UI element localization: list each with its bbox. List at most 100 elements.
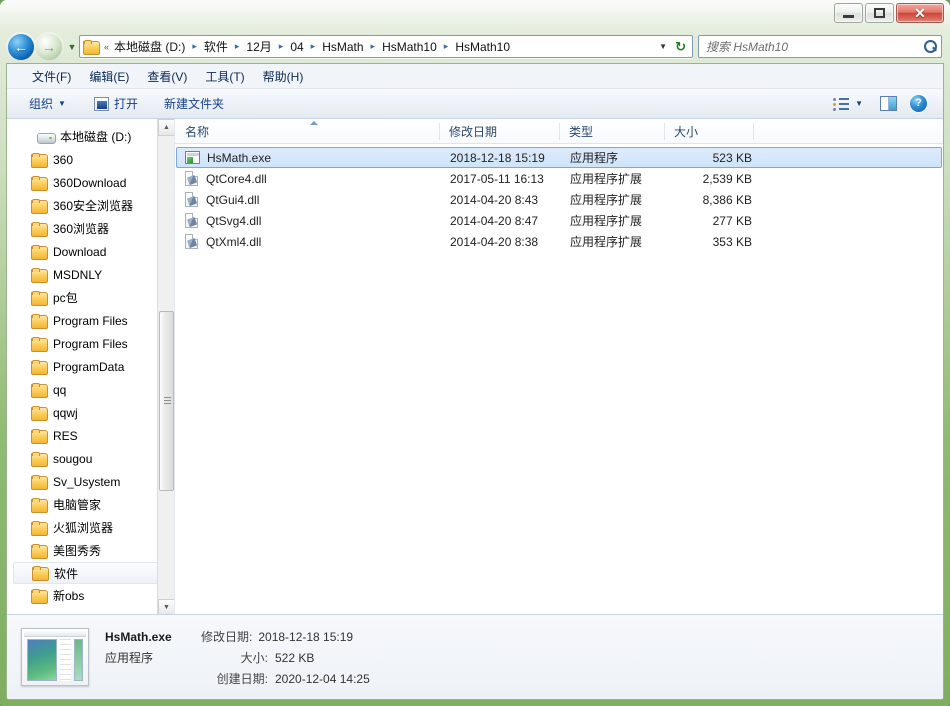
sidebar-item-firefox[interactable]: 火狐浏览器	[7, 516, 174, 539]
folder-icon	[31, 313, 48, 329]
content-body: 本地磁盘 (D:) 360 360Download 360安全浏览器 360浏览…	[7, 119, 943, 616]
menu-file[interactable]: 文件(F)	[23, 65, 80, 88]
breadcrumb-item-1[interactable]: 软件	[201, 37, 231, 56]
history-dropdown-button[interactable]: ▼	[65, 42, 79, 52]
sidebar-item-program-files-x86[interactable]: Program Files	[7, 332, 174, 355]
breadcrumb-separator-icon[interactable]: ▸	[307, 41, 320, 52]
maximize-button[interactable]	[865, 3, 894, 23]
tree-item-label: 美图秀秀	[53, 544, 102, 558]
close-button[interactable]: ✕	[896, 3, 944, 23]
organize-button[interactable]: 组织 ▼	[21, 92, 74, 115]
new-folder-button[interactable]: 新建文件夹	[156, 92, 232, 115]
table-row[interactable]: QtXml4.dll 2014-04-20 8:38 应用程序扩展 353 KB	[176, 231, 942, 252]
open-button[interactable]: 打开	[86, 92, 146, 115]
breadcrumb-item-5[interactable]: HsMath10	[379, 39, 440, 55]
folder-icon	[31, 520, 48, 536]
breadcrumb-item-4[interactable]: HsMath	[319, 39, 366, 55]
tree-item-label: 360浏览器	[53, 222, 110, 236]
scrollbar-thumb[interactable]	[159, 311, 174, 491]
address-dropdown-icon[interactable]: ▼	[654, 42, 672, 51]
list-view-icon	[833, 97, 850, 111]
file-size-cell: 523 KB	[712, 150, 752, 165]
sidebar-item-res[interactable]: RES	[7, 424, 174, 447]
sidebar-item-sougou[interactable]: sougou	[7, 447, 174, 470]
sidebar-item-meitu[interactable]: 美图秀秀	[7, 539, 174, 562]
help-button[interactable]: ?	[906, 92, 931, 115]
minimize-button[interactable]	[834, 3, 863, 23]
sidebar-item-360-browser[interactable]: 360浏览器	[7, 217, 174, 240]
table-row[interactable]: QtCore4.dll 2017-05-11 16:13 应用程序扩展 2,53…	[176, 168, 942, 189]
menu-help[interactable]: 帮助(H)	[254, 65, 313, 88]
breadcrumb-item-6[interactable]: HsMath10	[452, 39, 513, 55]
tree-item-label: RES	[53, 428, 78, 443]
change-view-button[interactable]: ▼	[825, 94, 871, 114]
file-size-cell: 2,539 KB	[702, 171, 752, 186]
breadcrumb-separator-icon[interactable]: ▸	[440, 41, 453, 52]
sidebar-item-msdnly[interactable]: MSDNLY	[7, 263, 174, 286]
details-modified-value: 2018-12-18 15:19	[258, 629, 354, 644]
column-header-date[interactable]: 修改日期	[439, 119, 559, 144]
search-input[interactable]	[706, 39, 924, 54]
file-date-cell: 2014-04-20 8:47	[450, 213, 539, 228]
file-type-cell: 应用程序扩展	[570, 235, 643, 249]
tree-item-label: 360Download	[53, 175, 127, 190]
sidebar-item-software[interactable]: 软件	[13, 562, 170, 584]
file-size-cell: 8,386 KB	[702, 192, 752, 207]
folder-icon	[31, 175, 48, 191]
column-label: 修改日期	[449, 124, 498, 139]
sidebar-item-360-secure-browser[interactable]: 360安全浏览器	[7, 194, 174, 217]
menu-tools[interactable]: 工具(T)	[196, 65, 253, 88]
folder-icon	[31, 543, 48, 559]
sidebar-scrollbar[interactable]: ▲ ▼	[157, 119, 174, 616]
menu-edit[interactable]: 编辑(E)	[80, 65, 138, 88]
sidebar-item-qqwj[interactable]: qqwj	[7, 401, 174, 424]
table-row[interactable]: HsMath.exe 2018-12-18 15:19 应用程序 523 KB	[176, 147, 942, 168]
sidebar-item-sv-usystem[interactable]: Sv_Usystem	[7, 470, 174, 493]
column-label: 大小	[674, 124, 699, 139]
folder-icon	[31, 474, 48, 490]
breadcrumb-item-2[interactable]: 12月	[243, 37, 274, 56]
breadcrumb-separator-icon[interactable]: ▸	[231, 41, 244, 52]
sidebar-item-xinobs[interactable]: 新obs	[7, 584, 174, 607]
breadcrumb-separator-icon[interactable]: ▸	[188, 41, 201, 52]
scroll-up-button[interactable]: ▲	[158, 119, 174, 136]
menu-view[interactable]: 查看(V)	[138, 65, 196, 88]
tree-item-root[interactable]: 本地磁盘 (D:)	[7, 125, 174, 148]
command-bar: 组织 ▼ 打开 新建文件夹 ▼ ?	[7, 89, 943, 119]
folder-icon	[31, 588, 48, 604]
file-size-cell: 353 KB	[712, 234, 752, 249]
sidebar-item-qq[interactable]: qq	[7, 378, 174, 401]
folder-icon	[32, 566, 49, 581]
breadcrumb-item-3[interactable]: 04	[287, 39, 306, 55]
column-header-name[interactable]: 名称	[175, 119, 439, 144]
sidebar-item-download[interactable]: Download	[7, 240, 174, 263]
menu-bar: 文件(F) 编辑(E) 查看(V) 工具(T) 帮助(H)	[7, 64, 943, 89]
file-type-cell: 应用程序扩展	[570, 214, 643, 228]
column-header-size[interactable]: 大小	[664, 119, 753, 144]
breadcrumb-item-0[interactable]: 本地磁盘 (D:)	[111, 37, 188, 56]
folder-tree: 本地磁盘 (D:) 360 360Download 360安全浏览器 360浏览…	[7, 119, 174, 607]
sidebar-item-pcbao[interactable]: pc包	[7, 286, 174, 309]
sidebar-item-360download[interactable]: 360Download	[7, 171, 174, 194]
column-header-type[interactable]: 类型	[559, 119, 664, 144]
table-row[interactable]: QtGui4.dll 2014-04-20 8:43 应用程序扩展 8,386 …	[176, 189, 942, 210]
table-row[interactable]: QtSvg4.dll 2014-04-20 8:47 应用程序扩展 277 KB	[176, 210, 942, 231]
sidebar-item-computer-manager[interactable]: 电脑管家	[7, 493, 174, 516]
forward-button[interactable]: →	[36, 33, 62, 60]
file-date-cell: 2014-04-20 8:38	[450, 234, 539, 249]
refresh-icon[interactable]: ↻	[672, 39, 690, 55]
preview-pane-button[interactable]	[873, 93, 904, 114]
sidebar-item-programdata[interactable]: ProgramData	[7, 355, 174, 378]
sidebar-item-program-files[interactable]: Program Files	[7, 309, 174, 332]
breadcrumb-separator-icon[interactable]: ▸	[275, 41, 288, 52]
sidebar-item-360[interactable]: 360	[7, 148, 174, 171]
breadcrumb-overflow-icon[interactable]: «	[102, 42, 111, 52]
details-modified-label: 修改日期:	[201, 629, 253, 644]
breadcrumb-separator-icon[interactable]: ▸	[367, 41, 380, 52]
thumbnail-content	[27, 639, 83, 681]
folder-icon	[31, 152, 48, 168]
back-button[interactable]: ←	[8, 33, 34, 60]
search-box[interactable]	[698, 35, 942, 58]
address-bar[interactable]: « 本地磁盘 (D:) ▸ 软件 ▸ 12月 ▸ 04 ▸ HsMath ▸ H…	[79, 35, 693, 58]
details-row-size: 应用程序 大小: 522 KB	[105, 649, 370, 666]
